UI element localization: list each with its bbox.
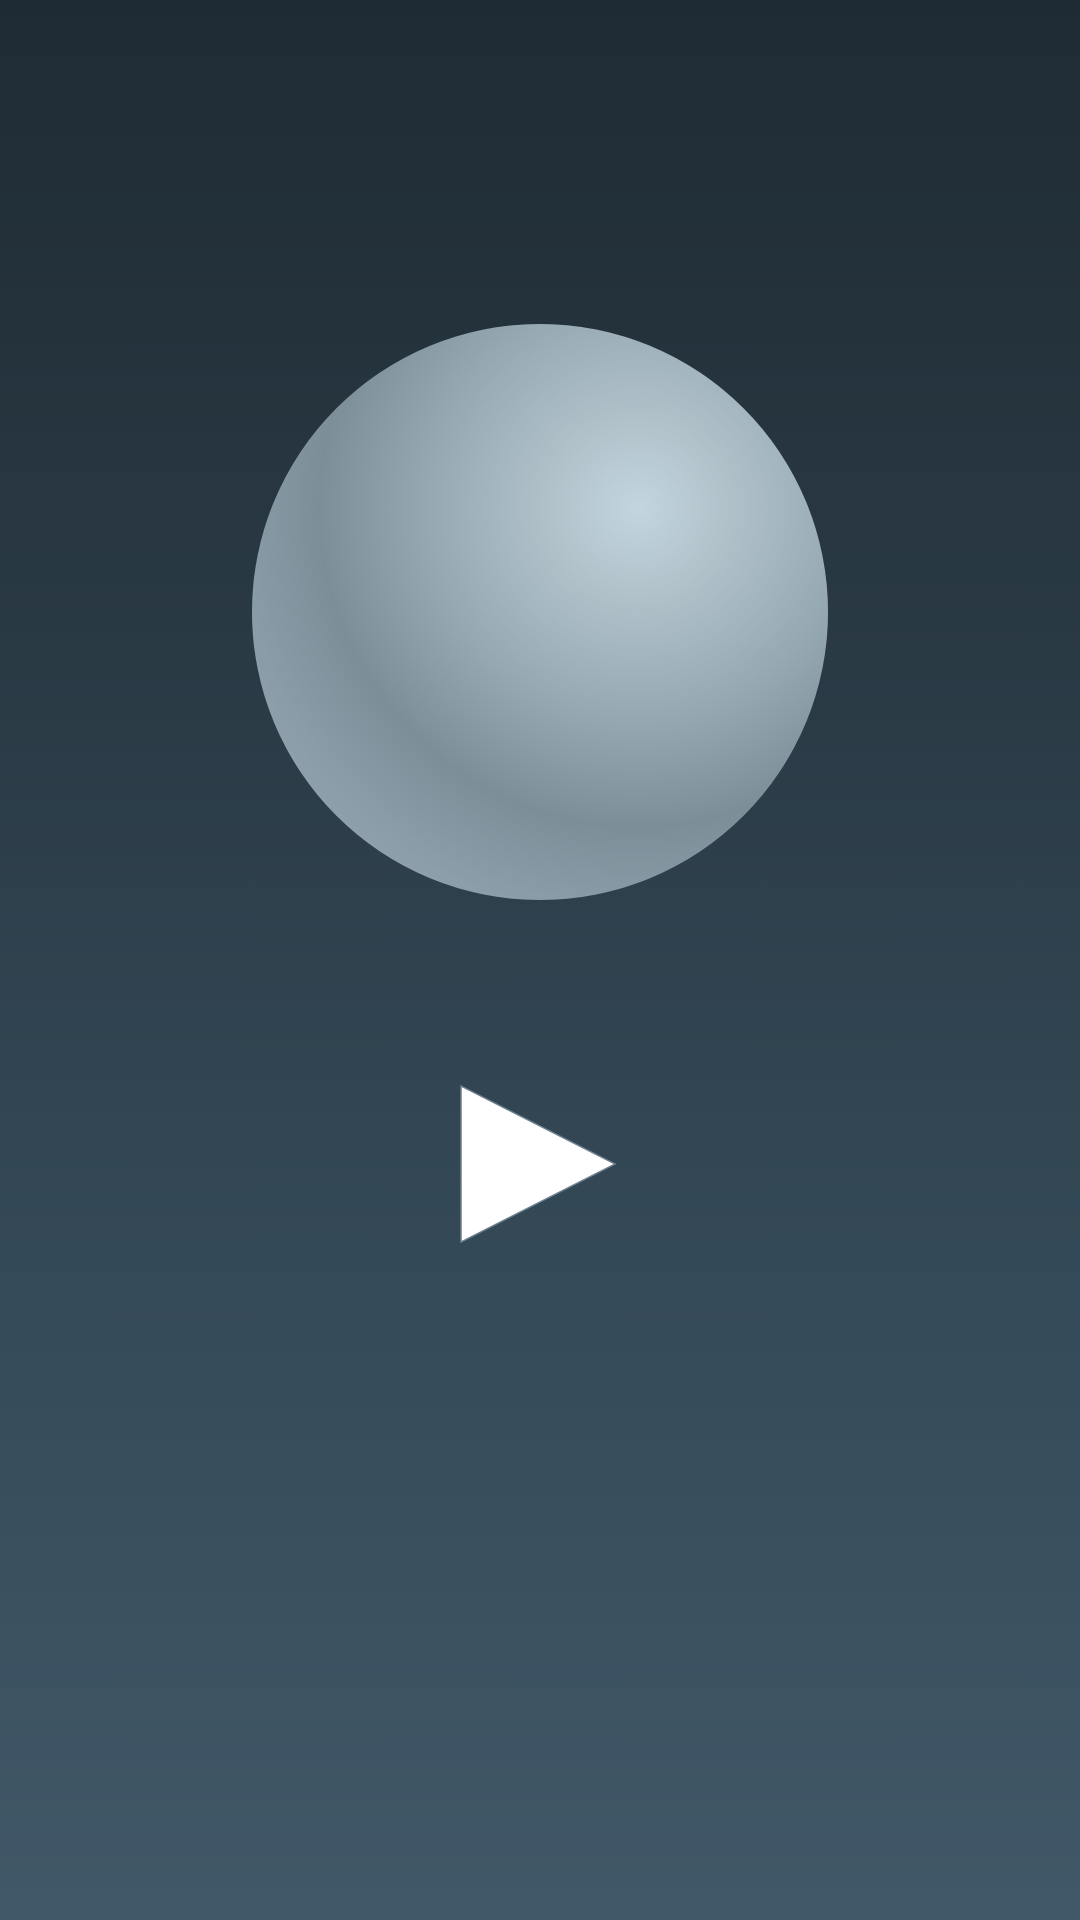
play-button[interactable] [460, 1085, 616, 1243]
sphere [252, 324, 828, 900]
play-icon [460, 1085, 616, 1243]
